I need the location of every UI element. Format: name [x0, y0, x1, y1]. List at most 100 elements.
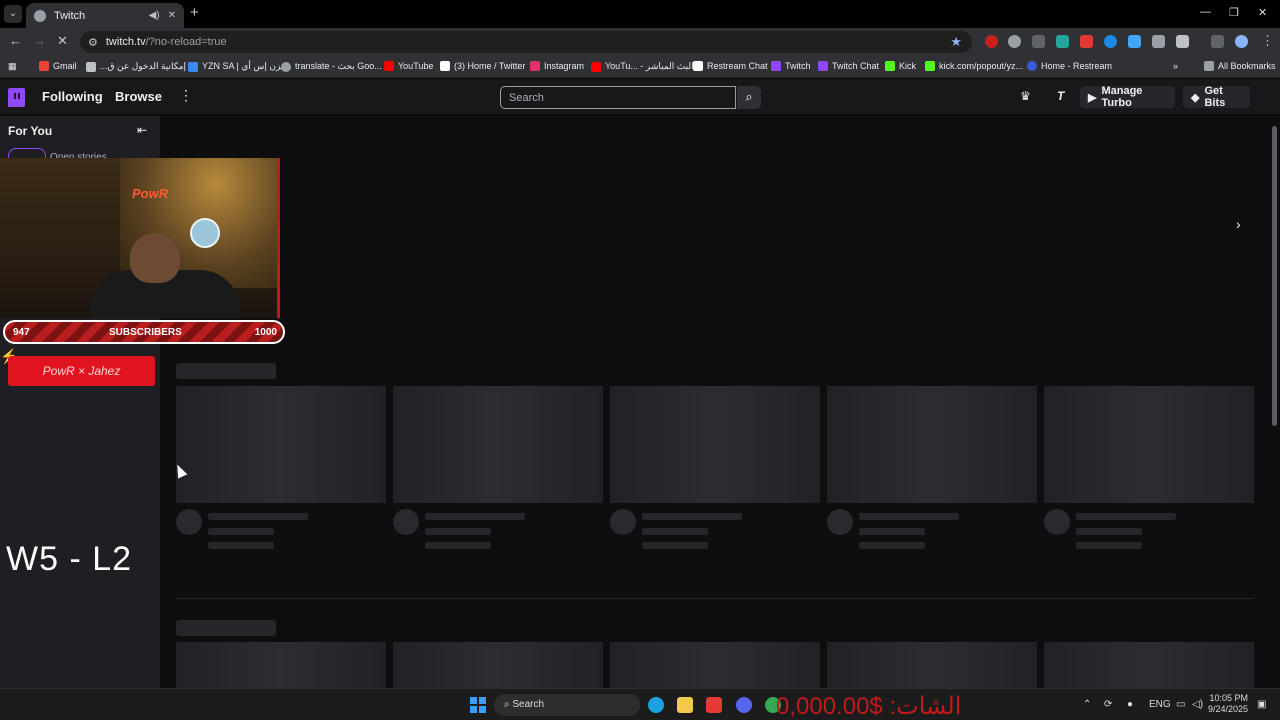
twitch-icon [818, 61, 828, 71]
text-placeholder [642, 542, 708, 549]
browser-tab-strip: ⌄ Twitch ◀) ✕ + — ❐ ✕ [0, 0, 1280, 28]
minimize-button[interactable]: — [1200, 6, 1211, 18]
extension-icon-2[interactable] [1008, 35, 1021, 48]
edge-icon[interactable] [648, 697, 664, 713]
cam-wall-logo: PowR [132, 186, 169, 201]
bookmark-item[interactable]: Twitch [771, 61, 811, 71]
page-scrollbar[interactable] [1271, 116, 1278, 688]
taskbar-search[interactable]: ⌕ Search [494, 694, 640, 716]
bookmark-item[interactable]: Twitch Chat [818, 61, 879, 71]
browse-link[interactable]: Browse [115, 89, 162, 104]
windows-start-icon[interactable] [470, 697, 486, 713]
stream-card-placeholder [827, 642, 1037, 688]
text-placeholder [859, 528, 925, 535]
crown-icon[interactable]: ♛ [1020, 89, 1031, 103]
tray-overflow-icon[interactable]: ⌃ [1083, 699, 1091, 710]
address-bar[interactable]: ⚙ twitch.tv /?no-reload=true ★ [80, 31, 972, 53]
stream-card-placeholder [1044, 386, 1254, 503]
microphone-icon[interactable]: ● [1127, 699, 1133, 710]
taskbar-clock[interactable]: 10:05 PM 9/24/2025 [1208, 693, 1248, 715]
extension-icon-5[interactable] [1080, 35, 1093, 48]
app-icon[interactable] [706, 697, 722, 713]
manage-turbo-button[interactable]: ▶ Manage Turbo [1080, 85, 1175, 109]
profile-avatar-icon[interactable] [1235, 35, 1248, 48]
browser-tab-twitch[interactable]: Twitch ◀) ✕ [26, 3, 184, 28]
bookmarks-overflow-button[interactable]: » [1173, 61, 1178, 71]
bookmark-star-icon[interactable]: ★ [950, 34, 962, 50]
bookmark-item[interactable]: Gmail [39, 61, 77, 71]
stream-card-placeholder [176, 642, 386, 688]
following-link[interactable]: Following [42, 89, 103, 104]
twitch-favicon-icon [34, 9, 46, 22]
bookmark-item[interactable]: YouTu... - البث المباشر [591, 61, 694, 72]
close-tab-icon[interactable]: ✕ [168, 10, 176, 21]
bookmark-item[interactable]: Restream Chat [693, 61, 768, 71]
sidebar-title: For You [8, 124, 53, 138]
stream-card-placeholder [610, 386, 820, 503]
subscriber-goal-bar: 947 SUBSCRIBERS 1000 [3, 320, 285, 344]
extension-icon-7[interactable] [1128, 35, 1141, 48]
stream-card-placeholder [393, 386, 603, 503]
extension-icon-6[interactable] [1104, 35, 1117, 48]
all-bookmarks-button[interactable]: All Bookmarks [1204, 61, 1276, 71]
network-icon[interactable]: ▭ [1176, 699, 1185, 710]
more-menu-icon[interactable]: ⋮ [179, 87, 193, 104]
windows-taskbar: ⌕ Search الشات: $0,000.00 ⌃ ⟳ ● ENG ▭ ◁)… [0, 688, 1280, 720]
text-placeholder [425, 542, 491, 549]
volume-icon[interactable]: ◁) [1192, 699, 1203, 710]
media-control-icon[interactable] [1211, 35, 1224, 48]
speaker-icon[interactable]: ◀) [149, 10, 160, 21]
extension-icon-8[interactable] [1152, 35, 1165, 48]
bookmarks-bar: ▦ Gmail ...إمكانية الدخول عن ق YZN SA | … [0, 56, 1280, 78]
chrome-menu-icon[interactable]: ⋮ [1261, 33, 1274, 49]
bookmark-item[interactable]: (3) Home / Twitter [440, 61, 525, 71]
extension-icon-4[interactable] [1056, 35, 1069, 48]
tab-search-button[interactable]: ⌄ [4, 5, 22, 23]
subs-label: SUBSCRIBERS [109, 327, 182, 338]
new-tab-button[interactable]: + [190, 4, 199, 21]
bookmark-item[interactable]: kick.com/popout/yz... [925, 61, 1023, 71]
back-icon[interactable]: ← [9, 33, 22, 48]
get-bits-button[interactable]: ◆ Get Bits [1183, 85, 1250, 109]
site-info-icon[interactable]: ⚙ [88, 36, 98, 49]
stream-card-placeholder [827, 386, 1037, 503]
webcam-overlay: PowR [0, 158, 280, 318]
bookmark-item[interactable]: Home - Restream [1027, 61, 1112, 71]
x-icon [440, 61, 450, 71]
cam-person-head [130, 233, 180, 283]
turbo-badge-icon: ▶ [1088, 91, 1097, 104]
win-loss-score: W5 - L2 [6, 540, 133, 578]
bookmark-item[interactable]: ...إمكانية الدخول عن ق [86, 61, 186, 72]
discord-icon[interactable] [736, 697, 752, 713]
apps-grid-icon[interactable]: ▦ [8, 61, 17, 72]
extension-icon-1[interactable] [985, 35, 998, 48]
forward-icon[interactable]: → [33, 33, 46, 48]
restore-button[interactable]: ❐ [1229, 6, 1239, 19]
twitch-logo-icon[interactable] [8, 88, 25, 107]
extension-icon-3[interactable] [1032, 35, 1045, 48]
sync-icon[interactable]: ⟳ [1104, 699, 1112, 710]
sponsor-banner: PowR × Jahez [8, 356, 155, 386]
search-input[interactable]: Search [500, 86, 736, 109]
url-path: /?no-reload=true [145, 36, 227, 48]
turbo-icon[interactable]: T [1057, 89, 1064, 103]
bookmark-item[interactable]: Instagram [530, 61, 584, 71]
collapse-sidebar-icon[interactable]: ⇤ [137, 123, 147, 137]
carousel-next-icon[interactable]: › [1236, 216, 1241, 232]
bookmark-item[interactable]: YouTube [384, 61, 433, 71]
stream-card-placeholder [176, 386, 386, 503]
scrollbar-thumb[interactable] [1272, 126, 1277, 426]
close-window-button[interactable]: ✕ [1258, 6, 1267, 19]
stop-loading-icon[interactable]: ✕ [57, 33, 68, 49]
notification-icon[interactable]: ▣ [1257, 699, 1266, 710]
bookmark-item[interactable]: YZN SA | يزن إس أي [188, 61, 283, 72]
text-placeholder [208, 528, 274, 535]
file-explorer-icon[interactable] [677, 697, 693, 713]
search-icon[interactable]: ⌕ [737, 86, 761, 109]
bookmark-item[interactable]: Kick [885, 61, 916, 71]
language-indicator[interactable]: ENG [1149, 699, 1171, 710]
text-placeholder [425, 513, 525, 520]
bookmark-item[interactable]: translate - بحث Goo... [281, 61, 382, 72]
clock-time: 10:05 PM [1209, 693, 1249, 703]
extensions-puzzle-icon[interactable] [1176, 35, 1189, 48]
